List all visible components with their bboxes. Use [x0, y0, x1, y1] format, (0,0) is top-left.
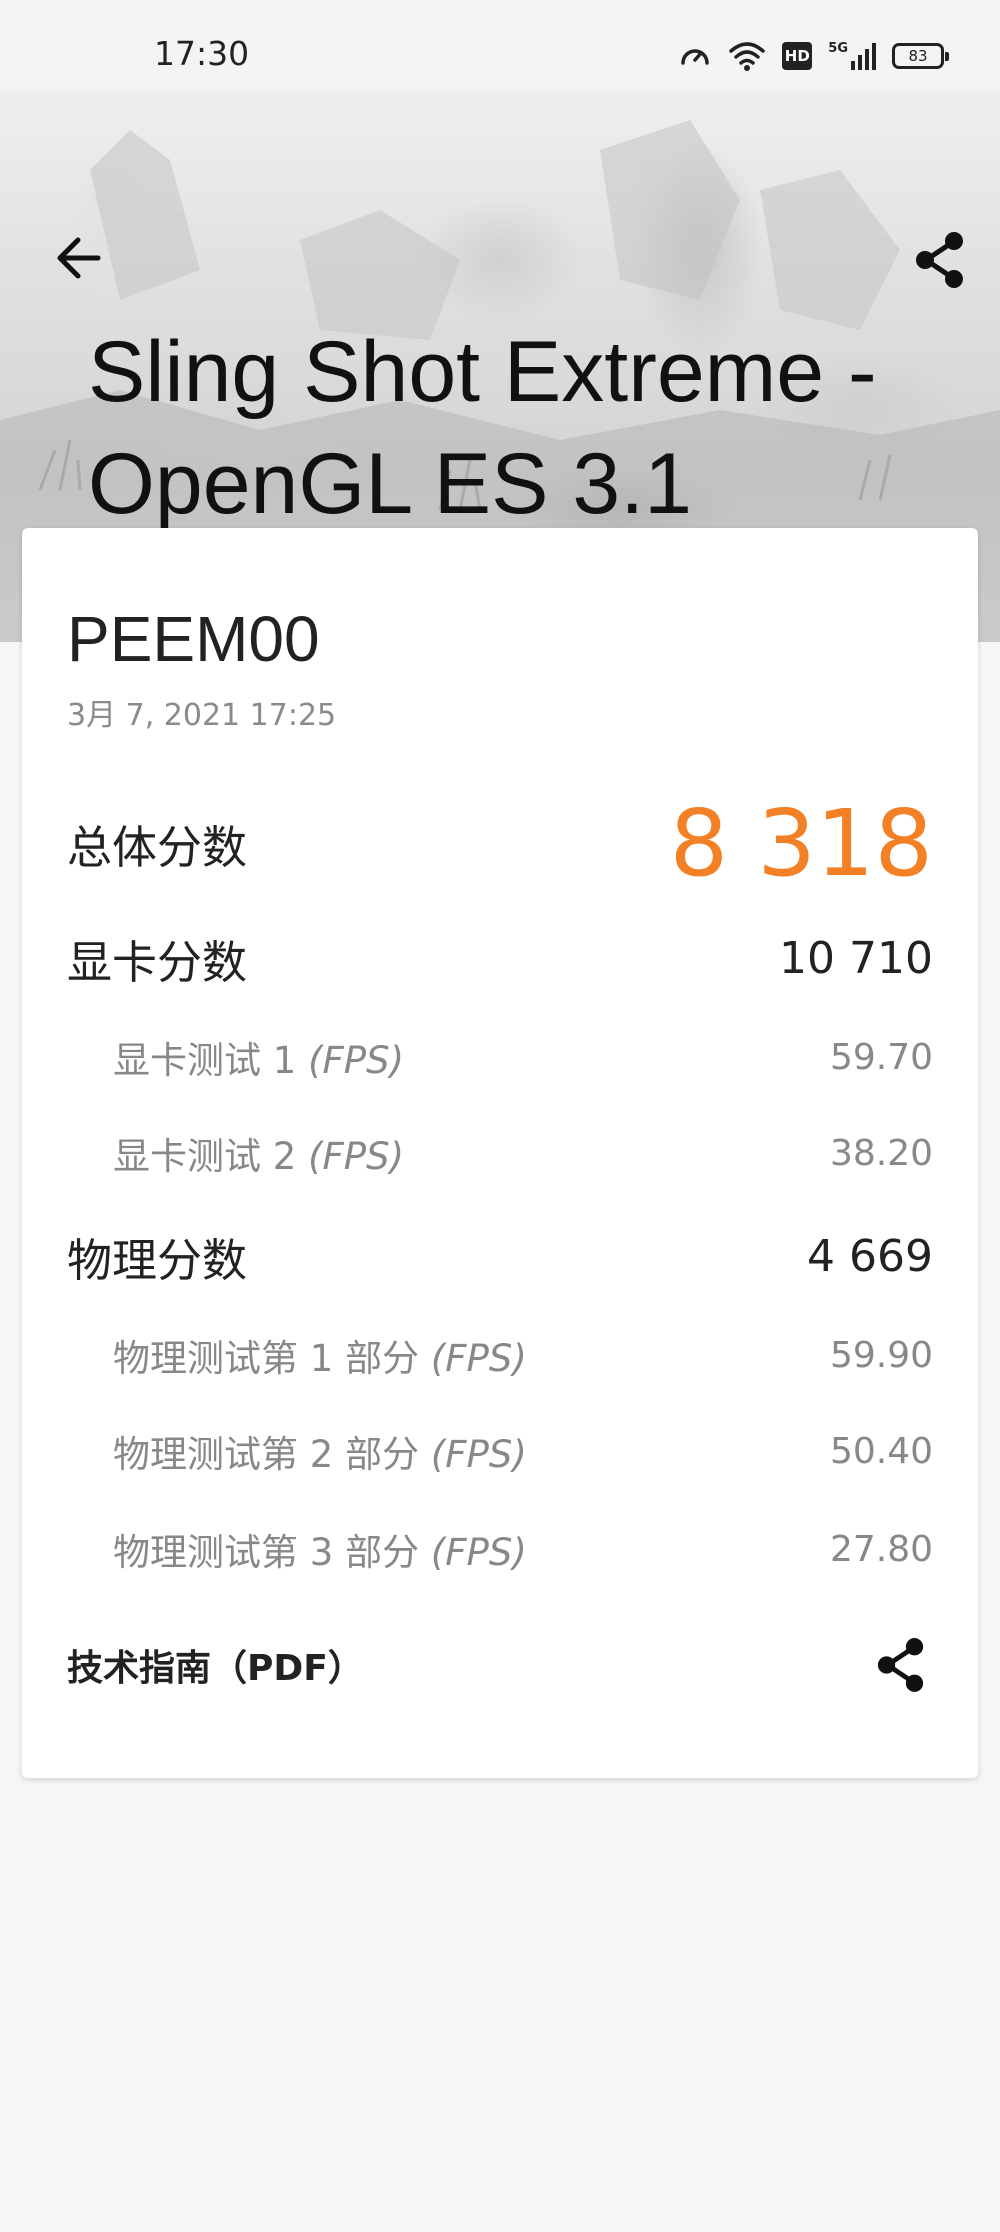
graphics-score-value: 10 710 [779, 933, 933, 984]
run-date: 3月 7, 2021 17:25 [67, 698, 337, 733]
physics-test-value: 27.80 [829, 1528, 933, 1570]
graphics-test-value: 38.20 [829, 1132, 933, 1174]
graphics-test-row: 显卡测试 2 (FPS) 38.20 [67, 1126, 933, 1180]
graphics-score-row: 显卡分数 10 710 [67, 926, 933, 991]
physics-test-value: 50.40 [829, 1430, 933, 1472]
back-button[interactable] [46, 226, 110, 290]
network-type-label: 5G [828, 41, 848, 56]
graphics-test-label: 显卡测试 2 (FPS) [113, 1135, 405, 1178]
graphics-test-value: 59.70 [829, 1036, 933, 1078]
share-icon [916, 232, 963, 288]
technical-guide-label: 技术指南（PDF） [67, 1648, 364, 1689]
physics-score-value: 4 669 [807, 1231, 933, 1282]
overall-score-value: 8 318 [669, 790, 933, 897]
physics-test-label: 物理测试第 2 部分 (FPS) [113, 1433, 527, 1476]
technical-guide-link[interactable]: 技术指南（PDF） [67, 1633, 933, 1697]
graphics-test-row: 显卡测试 1 (FPS) 59.70 [67, 1030, 933, 1084]
arrow-left-icon [57, 237, 101, 279]
share-icon[interactable] [869, 1633, 933, 1697]
physics-score-label: 物理分数 [67, 1234, 248, 1287]
physics-test-label: 物理测试第 1 部分 (FPS) [113, 1337, 527, 1380]
status-bar: 17:30 HD 5G 83 [0, 0, 1000, 90]
wifi-icon [728, 40, 766, 72]
battery-icon: 83 [892, 43, 949, 69]
hd-icon: HD [782, 42, 813, 70]
physics-test-label: 物理测试第 3 部分 (FPS) [113, 1531, 527, 1574]
graphics-score-label: 显卡分数 [67, 936, 248, 989]
status-time: 17:30 [154, 34, 250, 73]
status-icons: HD 5G 83 [678, 36, 949, 76]
overall-score-row: 总体分数 8 318 [67, 790, 933, 897]
physics-test-row: 物理测试第 1 部分 (FPS) 59.90 [67, 1328, 933, 1382]
physics-score-row: 物理分数 4 669 [67, 1224, 933, 1289]
signal-5g-icon: 5G [828, 41, 876, 71]
graphics-test-label: 显卡测试 1 (FPS) [113, 1039, 405, 1082]
share-button[interactable] [904, 224, 976, 296]
speedometer-icon [678, 39, 712, 73]
device-name: PEEM00 [67, 603, 320, 675]
physics-test-row: 物理测试第 3 部分 (FPS) 27.80 [67, 1522, 933, 1576]
physics-test-value: 59.90 [829, 1334, 933, 1376]
physics-test-row: 物理测试第 2 部分 (FPS) 50.40 [67, 1424, 933, 1478]
page-title: Sling Shot Extreme - OpenGL ES 3.1 [88, 324, 877, 532]
result-card: PEEM00 3月 7, 2021 17:25 总体分数 8 318 显卡分数 … [22, 528, 978, 1778]
overall-score-label: 总体分数 [67, 821, 248, 874]
